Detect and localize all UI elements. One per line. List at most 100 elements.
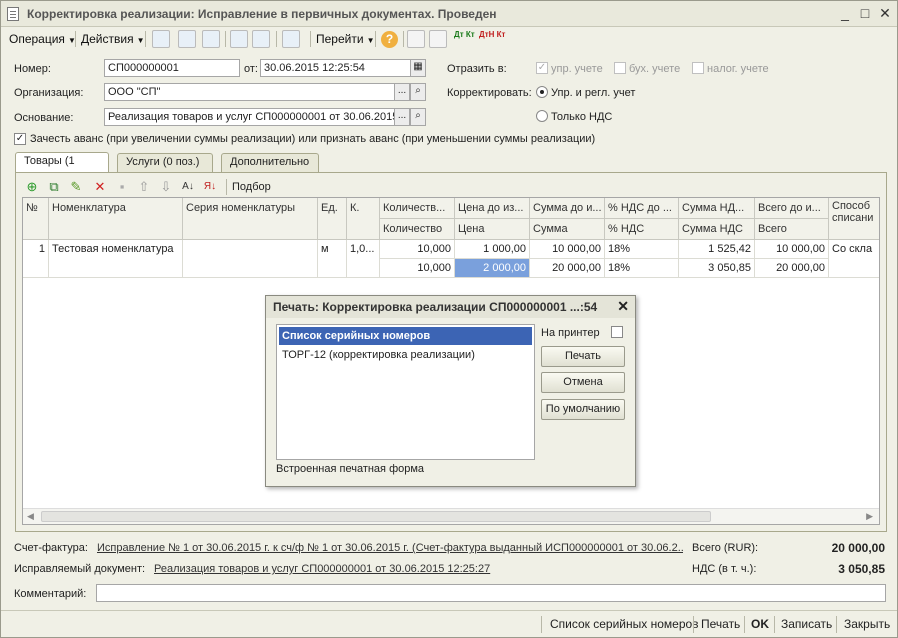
sort-desc-icon[interactable]: Я↓ (202, 179, 218, 195)
add-row-icon[interactable]: ⊕ (24, 179, 40, 195)
close-icon[interactable]: ✕ (617, 298, 629, 315)
print-bottom-button[interactable]: Печать (701, 617, 740, 631)
cell-vat-sum-before[interactable]: 1 525,42 (679, 240, 755, 259)
tab-goods[interactable]: Товары (1 поз.) (15, 152, 109, 184)
cell-vat-rate[interactable]: 18% (605, 259, 679, 278)
basis-select-button[interactable]: ... (394, 108, 410, 126)
close-button[interactable]: ✕ (877, 6, 893, 22)
cell-series[interactable] (183, 240, 318, 278)
scroll-left-icon[interactable]: ◀ (27, 511, 34, 522)
col-header-number[interactable]: № (23, 198, 49, 240)
cell-vat-rate-before[interactable]: 18% (605, 240, 679, 259)
organization-select-button[interactable]: ... (394, 83, 410, 101)
comment-field[interactable] (96, 584, 886, 602)
invoice-link[interactable]: Исправление № 1 от 30.06.2015 г. к сч/ф … (97, 542, 683, 554)
cell-price-selected[interactable]: 2 000,00 (455, 259, 530, 278)
cell-total[interactable]: 20 000,00 (755, 259, 829, 278)
print-form-item-serials[interactable]: Список серийных номеров (279, 327, 532, 345)
col-header-sum-before[interactable]: Сумма до и... (530, 198, 605, 219)
col-header-unit[interactable]: Ед. (318, 198, 347, 240)
corrected-doc-link[interactable]: Реализация товаров и услуг СП000000001 о… (154, 563, 490, 575)
cell-price-before[interactable]: 1 000,00 (455, 240, 530, 259)
dt-kt-icon[interactable]: Дт Кт (454, 31, 475, 48)
cancel-button[interactable]: Отмена (541, 372, 625, 393)
col-header-series[interactable]: Серия номенклатуры (183, 198, 318, 240)
scroll-thumb[interactable] (41, 511, 711, 522)
cell-qty-before[interactable]: 10,000 (380, 240, 455, 259)
col-header-sum[interactable]: Сумма (530, 219, 605, 240)
cell-total-before[interactable]: 10 000,00 (755, 240, 829, 259)
col-header-qty[interactable]: Количество (380, 219, 455, 240)
cell-unit[interactable]: м (318, 240, 347, 278)
col-header-vat-rate[interactable]: % НДС (605, 219, 679, 240)
help-icon[interactable]: ? (381, 31, 398, 48)
settings-list-icon[interactable] (429, 30, 447, 48)
move-up-icon[interactable]: ⇧ (136, 179, 152, 195)
structure-icon[interactable] (282, 30, 300, 48)
default-button[interactable]: По умолчанию (541, 399, 625, 420)
reflect-acc-checkbox[interactable] (614, 62, 626, 74)
move-down-icon[interactable]: ⇩ (158, 179, 174, 195)
pick-button[interactable]: Подбор (232, 181, 271, 193)
cell-sum[interactable]: 20 000,00 (530, 259, 605, 278)
goto-menu[interactable]: Перейти ▼ (316, 31, 374, 48)
correct-full-radio[interactable] (536, 86, 548, 98)
cell-vat-sum[interactable]: 3 050,85 (679, 259, 755, 278)
col-header-vat-sum[interactable]: Сумма НДС (679, 219, 755, 240)
correct-vat-only-radio[interactable] (536, 110, 548, 122)
col-header-nomenclature[interactable]: Номенклатура (49, 198, 183, 240)
cell-nomenclature[interactable]: Тестовая номенклатура (49, 240, 183, 278)
sort-asc-icon[interactable]: A↓ (180, 179, 196, 195)
edit-row-icon[interactable]: ✎ (68, 179, 84, 195)
save-row-icon: ▪ (119, 179, 125, 194)
col-header-vat-sum-before[interactable]: Сумма НД... (679, 198, 755, 219)
col-header-k[interactable]: К. (347, 198, 380, 240)
basis-field[interactable]: Реализация товаров и услуг СП000000001 о… (104, 108, 395, 126)
cell-sum-before[interactable]: 10 000,00 (530, 240, 605, 259)
minimize-button[interactable]: _ (837, 6, 853, 22)
save-button[interactable]: Записать (781, 617, 832, 631)
calendar-icon[interactable]: ▦ (410, 59, 426, 77)
col-header-write-off[interactable]: Способ списани (829, 198, 879, 240)
col-header-price[interactable]: Цена (455, 219, 530, 240)
reflect-mgmt-checkbox[interactable]: ✓ (536, 62, 548, 74)
organization-field[interactable]: ООО "СП" (104, 83, 395, 101)
search-icon[interactable]: ⌕ (410, 108, 426, 126)
cell-number[interactable]: 1 (23, 240, 49, 278)
col-header-total-before[interactable]: Всего до и... (755, 198, 829, 219)
refresh-icon[interactable] (178, 30, 196, 48)
restore-button[interactable]: □ (857, 6, 873, 22)
scroll-right-icon[interactable]: ▶ (866, 511, 873, 522)
save-document-icon[interactable] (230, 30, 248, 48)
print-icon[interactable] (252, 30, 270, 48)
reflect-tax-checkbox[interactable] (692, 62, 704, 74)
tab-additional[interactable]: Дополнительно (221, 153, 319, 172)
to-printer-checkbox[interactable] (611, 326, 623, 338)
horizontal-scrollbar[interactable]: ◀ ▶ (23, 508, 879, 524)
close-form-button[interactable]: Закрыть (844, 617, 890, 631)
serials-list-button[interactable]: Список серийных номеров (550, 617, 699, 631)
list-icon[interactable] (407, 30, 425, 48)
cell-k[interactable]: 1,0... (347, 240, 380, 278)
actions-menu[interactable]: Действия ▼ (81, 31, 145, 48)
operation-menu[interactable]: Операция ▼ (9, 31, 76, 48)
post-document-icon[interactable] (152, 30, 170, 48)
col-header-qty-before[interactable]: Количеств... (380, 198, 455, 219)
number-field[interactable]: СП000000001 (104, 59, 240, 77)
cell-write-off[interactable]: Со скла (829, 240, 879, 278)
ok-button[interactable]: OK (751, 617, 769, 631)
copy-row-icon[interactable]: ⧉ (46, 179, 62, 195)
date-field[interactable]: 30.06.2015 12:25:54 (260, 59, 411, 77)
dt-kt-n-icon[interactable]: ДтН Кт (479, 31, 505, 48)
col-header-vat-rate-before[interactable]: % НДС до ... (605, 198, 679, 219)
col-header-price-before[interactable]: Цена до из... (455, 198, 530, 219)
print-button[interactable]: Печать (541, 346, 625, 367)
copy-document-icon[interactable] (202, 30, 220, 48)
tab-services[interactable]: Услуги (0 поз.) (117, 153, 213, 172)
print-form-item-torg12[interactable]: ТОРГ-12 (корректировка реализации) (279, 346, 532, 364)
search-icon[interactable]: ⌕ (410, 83, 426, 101)
delete-row-icon[interactable]: ✕ (92, 179, 108, 195)
col-header-total[interactable]: Всего (755, 219, 829, 240)
advance-checkbox[interactable]: ✓ (14, 133, 26, 145)
cell-qty[interactable]: 10,000 (380, 259, 455, 278)
